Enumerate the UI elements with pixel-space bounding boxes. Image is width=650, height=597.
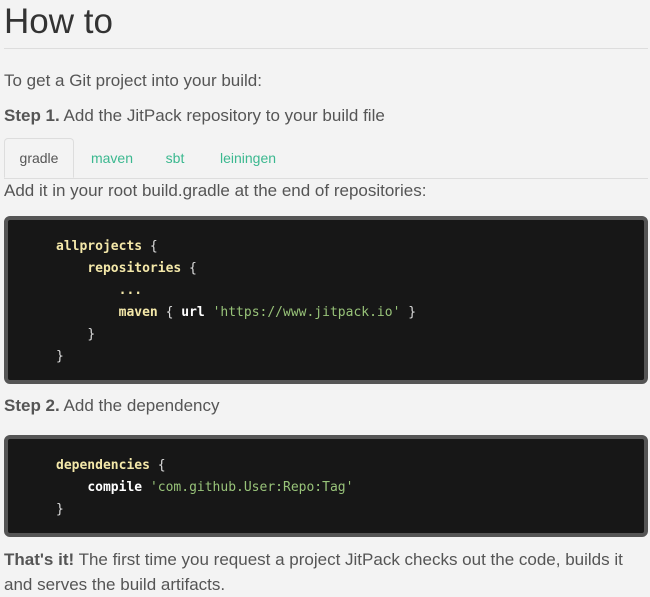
code-line: }: [56, 499, 644, 521]
step1-label: Step 1.: [4, 106, 60, 125]
code-line: repositories {: [56, 258, 644, 280]
final-label: That's it!: [4, 550, 75, 569]
code-line: allprojects {: [56, 236, 644, 258]
gradle-repository-code-block: allprojects { repositories { ... maven {…: [4, 216, 648, 384]
code-keyword: compile: [87, 480, 143, 495]
code-punct: }: [400, 305, 417, 320]
page-title: How to: [4, 2, 113, 41]
code-punct: {: [142, 239, 158, 254]
code-punct: }: [56, 349, 64, 364]
code-keyword: allprojects: [56, 239, 143, 254]
tab-leiningen[interactable]: leiningen: [208, 138, 288, 178]
step1-text: Step 1. Add the JitPack repository to yo…: [4, 105, 648, 127]
code-line: ...: [56, 280, 644, 302]
code-keyword: repositories: [87, 261, 182, 276]
step1-description: Add the JitPack repository to your build…: [59, 106, 385, 125]
code-punct: [142, 480, 150, 495]
code-keyword: url: [181, 305, 205, 320]
code-string: 'com.github.User:Repo:Tag': [149, 480, 354, 495]
final-text: That's it! The first time you request a …: [4, 547, 648, 597]
code-punct: {: [157, 305, 182, 320]
code-string: 'https://www.jitpack.io': [212, 305, 401, 320]
step2-label: Step 2.: [4, 396, 60, 415]
title-divider: [4, 48, 648, 49]
code-punct: {: [181, 261, 197, 276]
step2-text: Step 2. Add the dependency: [4, 395, 648, 417]
add-it-text: Add it in your root build.gradle at the …: [4, 181, 427, 200]
code-punct: {: [149, 458, 166, 473]
code-line: dependencies {: [56, 455, 644, 477]
intro-text: To get a Git project into your build:: [4, 71, 262, 90]
code-line: }: [56, 346, 644, 368]
page-content: How to To get a Git project into your bu…: [4, 0, 648, 597]
code-line: maven { url 'https://www.jitpack.io' }: [56, 302, 644, 324]
dependency-code-block: dependencies { compile 'com.github.User:…: [4, 435, 648, 537]
tab-sbt[interactable]: sbt: [156, 138, 194, 178]
code-line: }: [56, 324, 644, 346]
build-tool-tabs: gradle maven sbt leiningen: [4, 138, 648, 179]
final-description: The first time you request a project Jit…: [4, 550, 623, 594]
code-line: compile 'com.github.User:Repo:Tag': [56, 477, 644, 499]
code-punct: }: [87, 327, 96, 342]
code-keyword: dependencies: [56, 458, 150, 473]
code-punct: }: [56, 502, 64, 517]
code-punct: [205, 305, 213, 320]
step2-description: Add the dependency: [59, 396, 220, 415]
code-keyword: maven: [118, 305, 158, 320]
code-ellipsis: ...: [118, 283, 143, 298]
tab-maven[interactable]: maven: [82, 138, 142, 178]
tab-gradle[interactable]: gradle: [4, 138, 74, 178]
